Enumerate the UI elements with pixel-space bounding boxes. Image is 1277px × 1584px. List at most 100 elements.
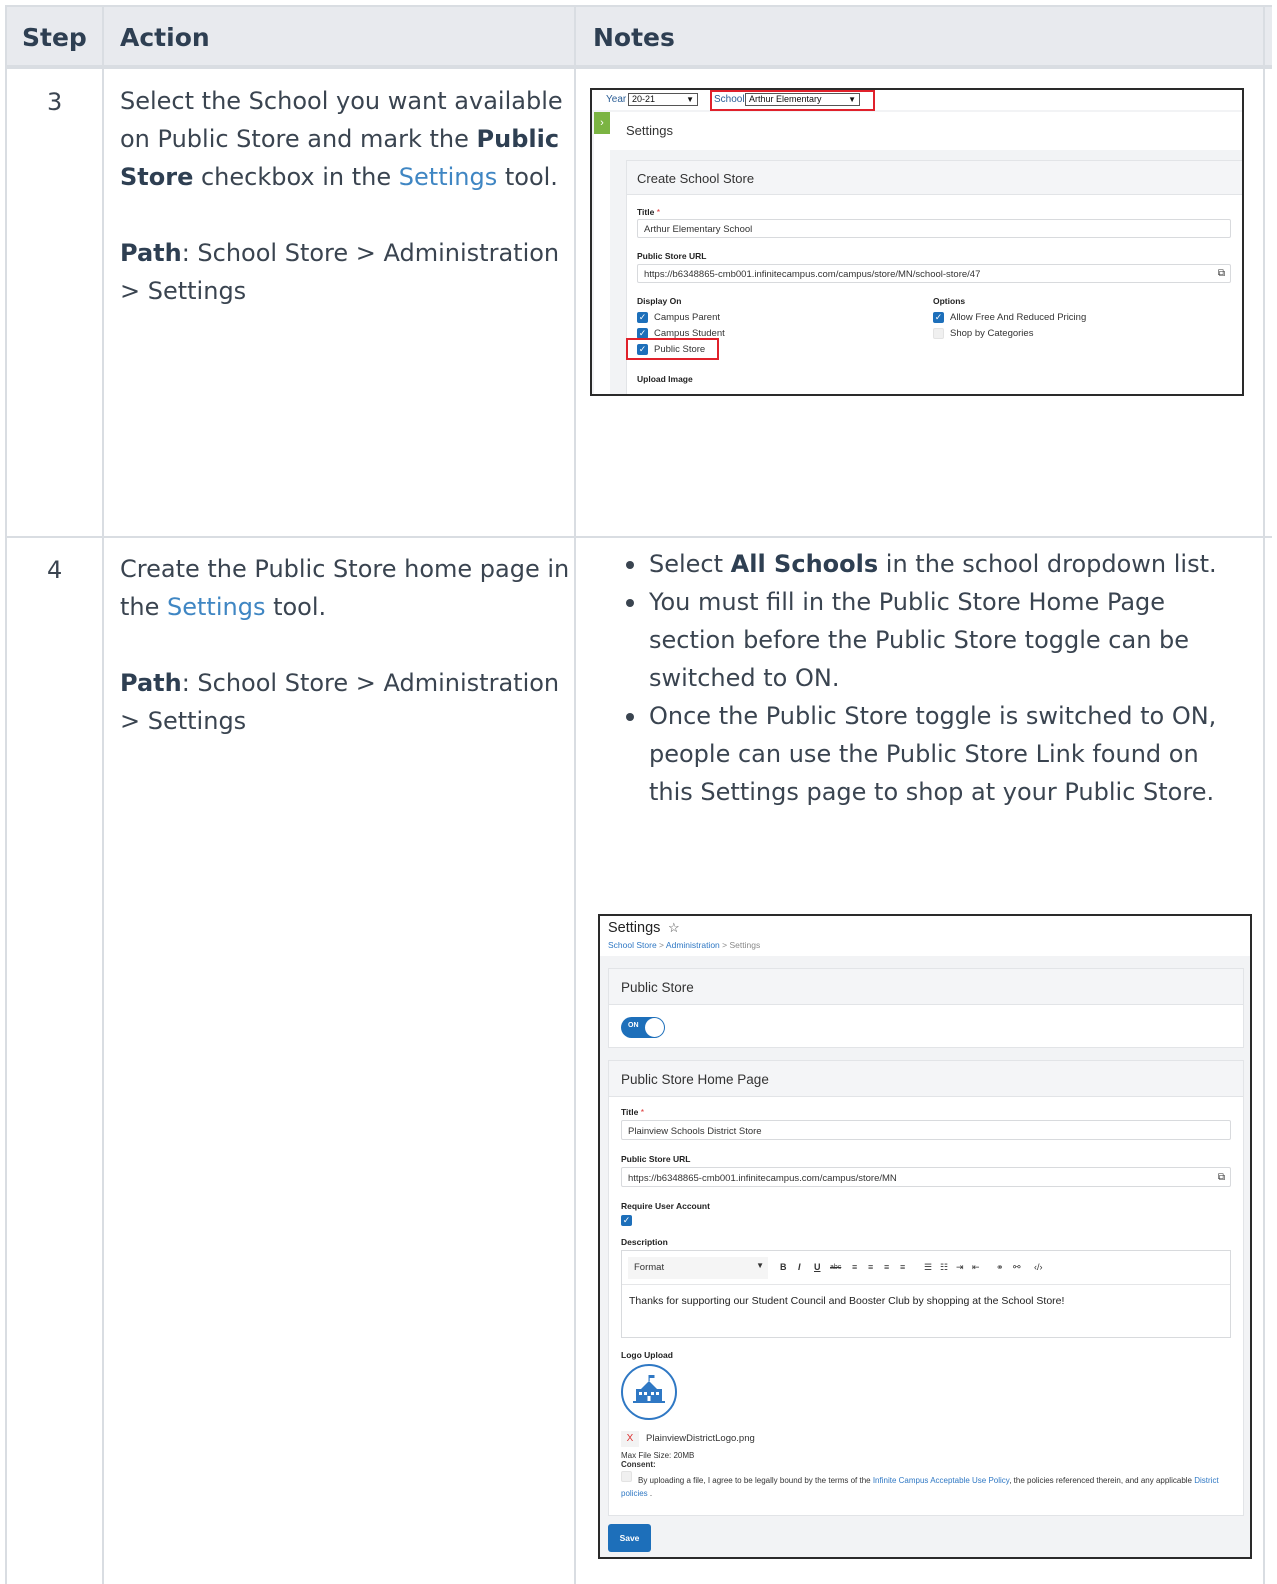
shop-by-categories-checkbox[interactable] (933, 328, 944, 339)
page-header: Settings ☆ School Store > Administration… (600, 916, 1250, 956)
settings-link[interactable]: Settings (399, 163, 497, 191)
screenshot-create-school-store: Year 20-21 ▼ School Arthur Elementary ▼ › … (590, 88, 1244, 396)
action-text-part: checkbox in the (193, 163, 399, 191)
require-account-label: Require User Account (621, 1201, 710, 1211)
column-divider (574, 7, 576, 1584)
indent-icon[interactable]: ⇥ (956, 1262, 964, 1273)
path-label: Path (120, 239, 182, 267)
display-on-label: Display On (637, 296, 682, 306)
align-right-icon[interactable]: ≡ (884, 1262, 889, 1272)
nav-expand-button[interactable]: › (594, 112, 610, 134)
copy-icon[interactable]: ⧉ (1218, 268, 1225, 279)
action-text: Create the Public Store home page in the… (120, 550, 570, 626)
card-title: Public Store (609, 969, 1243, 1005)
url-field[interactable]: https://b6348865-cmb001.infinitecampus.c… (621, 1167, 1231, 1187)
page-title: Settings (608, 920, 661, 936)
logo-upload-label: Logo Upload (621, 1350, 673, 1360)
breadcrumb: School Store > Administration > Settings (608, 940, 760, 950)
unlink-icon[interactable]: ⚯ (1013, 1262, 1021, 1273)
consent-text-part: By uploading a file, I agree to be legal… (638, 1476, 873, 1485)
free-reduced-checkbox[interactable]: ✓ (933, 312, 944, 323)
title-label: Title * (637, 207, 660, 217)
row-divider (7, 536, 1272, 538)
breadcrumb-separator: > (722, 940, 728, 950)
path-value: : School Store > Administration > Settin… (120, 239, 560, 305)
underline-icon[interactable]: U (814, 1262, 821, 1272)
url-field[interactable]: https://b6348865-cmb001.infinitecampus.c… (637, 264, 1231, 283)
header-action: Action (120, 23, 210, 52)
action-text: Select the School you want available on … (120, 82, 570, 196)
bullet-list-icon[interactable]: ☰ (924, 1262, 932, 1273)
title-label-text: Title (637, 207, 655, 217)
bold-icon[interactable]: B (780, 1262, 787, 1272)
link-icon[interactable]: ⚭ (996, 1262, 1004, 1273)
acceptable-use-link[interactable]: Infinite Campus Acceptable Use Policy (873, 1476, 1009, 1485)
title-input[interactable]: Arthur Elementary School (637, 219, 1231, 238)
breadcrumb-link[interactable]: School Store (608, 940, 657, 950)
description-label: Description (621, 1237, 668, 1247)
note-item: You must fill in the Public Store Home P… (620, 583, 1240, 697)
save-button[interactable]: Save (608, 1524, 651, 1552)
column-divider (102, 7, 104, 1584)
breadcrumb-separator: > (659, 940, 665, 950)
file-name: PlainviewDistrictLogo.png (646, 1433, 755, 1444)
step-action: Select the School you want available on … (120, 82, 570, 348)
toggle-knob (645, 1018, 664, 1037)
toggle-label: ON (628, 1022, 639, 1029)
settings-link[interactable]: Settings (167, 593, 265, 621)
header-notes: Notes (593, 23, 675, 52)
note-text: in the school dropdown list. (878, 550, 1217, 578)
campus-parent-checkbox[interactable]: ✓ (637, 312, 648, 323)
page-title: Settings (626, 123, 673, 138)
remove-file-button[interactable]: X (621, 1431, 639, 1447)
description-editor[interactable]: Format ▼ B I U abc ≡ ≡ ≡ ≡ ☰ ☷ ⇥ ⇤ ⚭ ⚯ ‹/… (621, 1250, 1231, 1338)
note-item: Once the Public Store toggle is switched… (620, 697, 1240, 811)
home-page-card: Public Store Home Page Title * Plainview… (608, 1060, 1244, 1516)
title-label-text: Title (621, 1107, 639, 1117)
align-justify-icon[interactable]: ≡ (900, 1262, 905, 1272)
breadcrumb-link[interactable]: Administration (666, 940, 720, 950)
chevron-down-icon: ▼ (756, 1261, 764, 1270)
public-store-toggle[interactable]: ON (621, 1017, 665, 1038)
outdent-icon[interactable]: ⇤ (972, 1262, 980, 1273)
title-input[interactable]: Plainview Schools District Store (621, 1120, 1231, 1140)
checkbox-label: Campus Parent (654, 312, 721, 323)
format-select[interactable]: Format ▼ (628, 1257, 768, 1279)
chevron-down-icon: ▼ (686, 95, 694, 104)
url-value: https://b6348865-cmb001.infinitecampus.c… (628, 1173, 897, 1184)
align-left-icon[interactable]: ≡ (852, 1262, 857, 1272)
action-text-part: tool. (265, 593, 327, 621)
year-select[interactable]: 20-21 ▼ (628, 93, 698, 106)
consent-text-part: . (647, 1489, 653, 1498)
action-text-part: tool. (497, 163, 558, 191)
card-title: Public Store Home Page (609, 1061, 1243, 1097)
options-label: Options (933, 296, 966, 306)
context-bar: Year 20-21 ▼ School Arthur Elementary ▼ (592, 90, 1242, 110)
url-label: Public Store URL (637, 251, 707, 261)
panel-title: Create School Store (627, 161, 1242, 195)
step-number: 4 (47, 556, 63, 584)
numbered-list-icon[interactable]: ☷ (940, 1262, 948, 1273)
note-bold: All Schools (730, 550, 879, 578)
italic-icon[interactable]: I (798, 1262, 801, 1272)
checkbox-label: Shop by Categories (950, 328, 1034, 339)
title-label: Title * (621, 1107, 644, 1117)
source-code-icon[interactable]: ‹/› (1034, 1262, 1043, 1272)
page-header (610, 112, 1242, 150)
header-step: Step (22, 23, 87, 52)
star-icon[interactable]: ☆ (668, 920, 680, 936)
copy-icon[interactable]: ⧉ (1218, 1172, 1225, 1183)
path-value: : School Store > Administration > Settin… (120, 669, 560, 735)
note-item: Select All Schools in the school dropdow… (620, 545, 1240, 583)
align-center-icon[interactable]: ≡ (868, 1262, 873, 1272)
step-action: Create the Public Store home page in the… (120, 550, 570, 778)
url-label: Public Store URL (621, 1154, 691, 1164)
step-number: 3 (47, 88, 63, 116)
highlight-box (626, 338, 719, 360)
required-mark: * (640, 1107, 645, 1117)
require-account-checkbox[interactable]: ✓ (621, 1215, 632, 1226)
sidebar (594, 134, 610, 394)
strikethrough-icon[interactable]: abc (830, 1264, 841, 1271)
note-text: Select (649, 550, 731, 578)
path-label: Path (120, 669, 182, 697)
